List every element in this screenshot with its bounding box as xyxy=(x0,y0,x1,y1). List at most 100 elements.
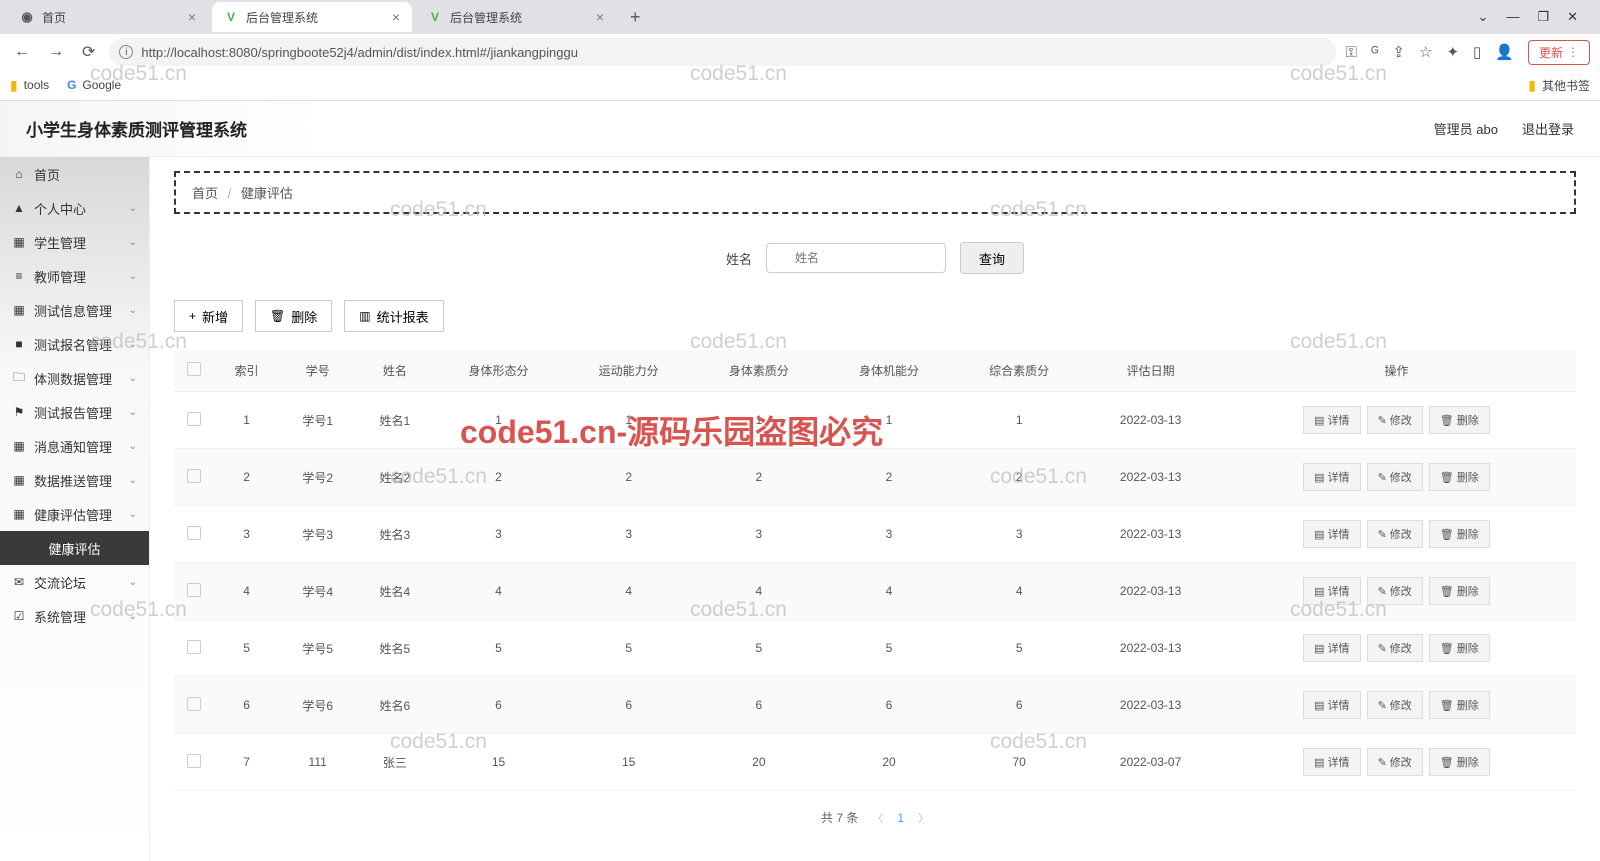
cell-idx: 2 xyxy=(214,449,279,506)
browser-tab[interactable]: V 后台管理系统 × xyxy=(416,2,616,32)
sidebar-label: 系统管理 xyxy=(34,607,86,626)
sidebar-item[interactable]: ▦测试信息管理⌄ xyxy=(0,293,149,327)
close-icon[interactable]: × xyxy=(188,9,196,25)
sidebar-item[interactable]: ▦健康评估管理⌄ xyxy=(0,497,149,531)
minimize-icon[interactable]: — xyxy=(1506,9,1519,25)
column-header: 姓名 xyxy=(356,350,433,392)
column-header: 综合素质分 xyxy=(954,350,1084,392)
edit-button[interactable]: ✎修改 xyxy=(1367,577,1423,605)
sidebar-label: 测试报名管理 xyxy=(34,335,112,354)
chevron-down-icon: ⌄ xyxy=(129,305,137,316)
row-delete-button[interactable]: 🗑删除 xyxy=(1429,634,1490,662)
checkbox[interactable] xyxy=(187,412,201,426)
checkbox[interactable] xyxy=(187,469,201,483)
page-number[interactable]: 1 xyxy=(897,811,904,825)
row-delete-button[interactable]: 🗑删除 xyxy=(1429,691,1490,719)
key-icon[interactable]: ⚿ xyxy=(1346,44,1357,61)
translate-icon[interactable]: ᴳ xyxy=(1371,44,1378,61)
row-delete-button[interactable]: 🗑删除 xyxy=(1429,406,1490,434)
logout-button[interactable]: 退出登录 xyxy=(1522,119,1574,138)
row-delete-button[interactable]: 🗑删除 xyxy=(1429,748,1490,776)
sidebar-item[interactable]: ▲个人中心⌄ xyxy=(0,191,149,225)
search-button[interactable]: 查询 xyxy=(960,242,1024,274)
close-window-icon[interactable]: ✕ xyxy=(1567,9,1578,25)
sidebar-item[interactable]: ≡教师管理⌄ xyxy=(0,259,149,293)
chevron-down-icon[interactable]: ⌄ xyxy=(1478,9,1489,25)
profile-icon[interactable]: 👤 xyxy=(1495,43,1514,61)
row-delete-button[interactable]: 🗑删除 xyxy=(1429,520,1490,548)
row-delete-button[interactable]: 🗑删除 xyxy=(1429,577,1490,605)
extensions-icon[interactable]: ✦ xyxy=(1446,43,1459,61)
row-delete-button[interactable]: 🗑删除 xyxy=(1429,463,1490,491)
prev-page-icon[interactable]: 〈 xyxy=(872,810,883,826)
edit-button[interactable]: ✎修改 xyxy=(1367,520,1423,548)
checkbox[interactable] xyxy=(187,640,201,654)
sidebar-item[interactable]: ■测试报名管理⌄ xyxy=(0,327,149,361)
close-icon[interactable]: × xyxy=(392,9,400,25)
search-input[interactable] xyxy=(766,243,946,273)
sidebar-item[interactable]: ▦学生管理⌄ xyxy=(0,225,149,259)
cell-c2: 15 xyxy=(564,734,694,791)
trash-icon: 🗑 xyxy=(1440,471,1454,484)
site-info-icon[interactable]: i xyxy=(119,45,133,59)
checkbox[interactable] xyxy=(187,697,201,711)
update-button[interactable]: 更新 ⋮ xyxy=(1528,40,1590,65)
reload-icon[interactable]: ⟳ xyxy=(78,42,99,62)
maximize-icon[interactable]: ❐ xyxy=(1537,9,1549,25)
bookmark-tools[interactable]: ▮ tools xyxy=(10,77,49,94)
forward-icon[interactable]: → xyxy=(44,43,68,61)
sidebar-item[interactable]: ✉交流论坛⌄ xyxy=(0,565,149,599)
detail-button[interactable]: ▤详情 xyxy=(1303,634,1360,662)
report-button[interactable]: ▥统计报表 xyxy=(344,300,443,332)
detail-button[interactable]: ▤详情 xyxy=(1303,691,1360,719)
cell-c3: 4 xyxy=(694,563,824,620)
edit-button[interactable]: ✎修改 xyxy=(1367,691,1423,719)
detail-button[interactable]: ▤详情 xyxy=(1303,406,1360,434)
checkbox[interactable] xyxy=(187,583,201,597)
browser-tab[interactable]: V 后台管理系统 × xyxy=(212,2,412,32)
tab-label: 后台管理系统 xyxy=(450,9,522,26)
google-icon: G xyxy=(67,78,76,92)
cell-date: 2022-03-07 xyxy=(1084,734,1217,791)
chevron-down-icon: ⌄ xyxy=(129,577,137,588)
cell-idx: 4 xyxy=(214,563,279,620)
bookmarks-bar: ▮ tools G Google ▮ 其他书签 xyxy=(0,70,1600,100)
close-icon[interactable]: × xyxy=(596,9,604,25)
checkbox[interactable] xyxy=(187,754,201,768)
new-tab-button[interactable]: + xyxy=(620,7,651,28)
cell-c5: 70 xyxy=(954,734,1084,791)
cell-date: 2022-03-13 xyxy=(1084,677,1217,734)
sidebar-item[interactable]: ▦消息通知管理⌄ xyxy=(0,429,149,463)
add-button[interactable]: +新增 xyxy=(174,300,243,332)
delete-button[interactable]: 🗑删除 xyxy=(255,300,332,332)
detail-button[interactable]: ▤详情 xyxy=(1303,520,1360,548)
detail-button[interactable]: ▤详情 xyxy=(1303,577,1360,605)
detail-button[interactable]: ▤详情 xyxy=(1303,463,1360,491)
next-page-icon[interactable]: 〉 xyxy=(918,810,929,826)
sidepanel-icon[interactable]: ▯ xyxy=(1473,43,1481,61)
bookmark-google[interactable]: G Google xyxy=(67,78,121,92)
sidebar-item[interactable]: ☑系统管理⌄ xyxy=(0,599,149,633)
checkbox[interactable] xyxy=(187,362,201,376)
checkbox[interactable] xyxy=(187,526,201,540)
detail-button[interactable]: ▤详情 xyxy=(1303,748,1360,776)
bookmark-icon[interactable]: ☆ xyxy=(1419,43,1432,61)
sidebar-item[interactable]: ⚑测试报告管理⌄ xyxy=(0,395,149,429)
edit-button[interactable]: ✎修改 xyxy=(1367,634,1423,662)
sidebar-item-active[interactable]: 健康评估 xyxy=(0,531,149,565)
sidebar-item[interactable]: 🗀体测数据管理⌄ xyxy=(0,361,149,395)
cell-c5: 6 xyxy=(954,677,1084,734)
breadcrumb-home[interactable]: 首页 xyxy=(192,186,218,201)
sidebar-item[interactable]: ⌂首页 xyxy=(0,157,149,191)
browser-tab[interactable]: ◉ 首页 × xyxy=(8,2,208,32)
url-input[interactable]: i http://localhost:8080/springboote52j4/… xyxy=(109,38,1335,66)
edit-button[interactable]: ✎修改 xyxy=(1367,406,1423,434)
edit-button[interactable]: ✎修改 xyxy=(1367,463,1423,491)
back-icon[interactable]: ← xyxy=(10,43,34,61)
update-label: 更新 xyxy=(1539,44,1563,61)
sidebar-item[interactable]: ▦数据推送管理⌄ xyxy=(0,463,149,497)
share-icon[interactable]: ⇪ xyxy=(1392,43,1405,61)
cell-idx: 1 xyxy=(214,392,279,449)
bookmark-other[interactable]: ▮ 其他书签 xyxy=(1528,77,1590,94)
edit-button[interactable]: ✎修改 xyxy=(1367,748,1423,776)
